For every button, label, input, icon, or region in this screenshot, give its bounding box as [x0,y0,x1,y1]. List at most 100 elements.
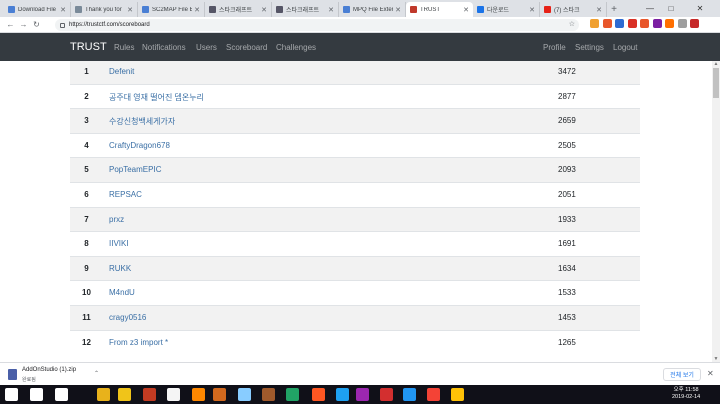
nav-users[interactable]: Users [196,43,217,52]
team-name-link[interactable]: cragy0516 [109,313,146,322]
close-tab-icon[interactable]: ✕ [395,6,401,14]
app-icon[interactable] [356,388,369,401]
clock-date: 2019-02-14 [672,394,701,400]
extension-icon[interactable] [690,19,699,28]
nav-scoreboard[interactable]: Scoreboard [226,43,267,52]
reload-icon[interactable]: ↻ [30,17,43,33]
excel-icon[interactable] [286,388,299,401]
team-name-link[interactable]: IIVIKI [109,239,129,248]
extension-icon[interactable] [677,19,687,28]
team-name-link[interactable]: PopTeamEPIC [109,165,161,174]
doc-icon [142,6,149,13]
browser-tab[interactable]: (7) 스타크 ✕ [540,2,607,17]
team-name-link[interactable]: 수강신청백세게가자 [109,116,175,127]
forward-icon[interactable]: → [17,17,30,33]
nav-challenges[interactable]: Challenges [276,43,316,52]
bookmark-star-icon[interactable]: ☆ [569,20,575,28]
table-row: 2 공주대 영재 떨어진 뎁온누리 2877 [70,83,640,109]
table-row: 8 IIVIKI 1691 [70,231,640,256]
show-all-downloads-button[interactable]: 전체 보기 [663,368,701,381]
team-name-link[interactable]: 공주대 영재 떨어진 뎁온누리 [109,92,204,103]
nav-profile[interactable]: Profile [543,43,566,52]
extension-icon[interactable] [590,19,599,28]
nav-notifications[interactable]: Notifications [142,43,186,52]
browser-tab[interactable]: 스타크래프트 ✕ [205,2,272,17]
scroll-thumb[interactable] [713,68,719,98]
app-icon[interactable] [312,388,325,401]
browser-tab[interactable]: 다운로드 ✕ [473,2,540,17]
browser-tab[interactable]: Download File ✕ [4,2,71,17]
scroll-up-icon[interactable]: ▲ [712,61,720,67]
table-row: 12 From z3 import * 1265 [70,329,640,355]
extension-icon[interactable] [665,19,674,28]
extension-icon[interactable] [602,19,612,28]
nav-logout[interactable]: Logout [613,43,637,52]
taskbar-clock[interactable]: 오후 11:58 2019-02-14 [672,387,700,401]
extension-icon[interactable] [615,19,624,28]
rank-cell: 2 [84,91,89,101]
close-tab-icon[interactable]: ✕ [529,6,535,14]
search-icon[interactable] [30,388,43,401]
close-tab-icon[interactable]: ✕ [596,6,602,14]
app-icon[interactable] [143,388,156,401]
app-icon[interactable] [192,388,205,401]
close-tab-icon[interactable]: ✕ [127,6,133,14]
chevron-up-icon[interactable]: ⌃ [94,370,99,377]
close-tab-icon[interactable]: ✕ [463,6,469,14]
nav-rules[interactable]: Rules [114,43,134,52]
url-text: https://trustctf.com/scoreboard [69,22,150,28]
score-cell: 1265 [558,337,576,347]
app-icon[interactable] [238,388,251,401]
app-icon[interactable] [118,388,131,401]
minimize-window-button[interactable]: — [640,0,660,17]
page-scrollbar[interactable]: ▲ ▼ [712,61,720,362]
rank-cell: 3 [84,116,89,126]
app-icon[interactable] [213,388,226,401]
new-tab-button[interactable]: + [607,2,621,17]
app-icon[interactable] [262,388,275,401]
browser-tab[interactable]: SC2MAP File E ✕ [138,2,205,17]
app-icon[interactable] [380,388,393,401]
chrome-icon[interactable] [97,388,110,401]
close-tab-icon[interactable]: ✕ [261,6,267,14]
close-tab-icon[interactable]: ✕ [328,6,334,14]
rank-cell: 4 [84,140,89,150]
team-name-link[interactable]: CraftyDragon678 [109,141,170,150]
team-name-link[interactable]: REPSAC [109,190,142,199]
team-name-link[interactable]: prxz [109,215,124,224]
ie-icon[interactable] [336,388,349,401]
download-shelf: AddOnStudio (1).zip 완료됨 ⌃ 전체 보기 ✕ [0,362,720,385]
app-icon[interactable] [427,388,440,401]
close-icon[interactable]: ✕ [707,369,714,378]
close-window-button[interactable]: ✕ [690,0,710,17]
app-icon[interactable] [451,388,464,401]
table-row: 11 cragy0516 1453 [70,305,640,330]
task-view-icon[interactable] [55,388,68,401]
nav-settings[interactable]: Settings [575,43,604,52]
windows-start-icon[interactable] [5,388,18,401]
extension-icon[interactable] [640,19,649,28]
team-name-link[interactable]: From z3 import * [109,338,168,347]
browser-tab[interactable]: 스타크래프트 ✕ [272,2,339,17]
blizzard-icon [276,6,283,13]
app-icon[interactable] [167,388,180,401]
maximize-window-button[interactable]: □ [661,0,681,17]
team-name-link[interactable]: Defenit [109,67,134,76]
browser-tab[interactable]: Thank you for ✕ [71,2,138,17]
download-icon [477,6,484,13]
close-tab-icon[interactable]: ✕ [60,6,66,14]
extension-icon[interactable] [627,19,637,28]
team-name-link[interactable]: RUKK [109,264,131,273]
app-icon[interactable] [403,388,416,401]
close-tab-icon[interactable]: ✕ [194,6,200,14]
team-name-link[interactable]: M4ndU [109,288,135,297]
browser-tab[interactable]: TRUST ✕ [406,2,473,17]
download-filename[interactable]: AddOnStudio (1).zip [22,367,76,373]
browser-tab[interactable]: MPQ File Exten ✕ [339,2,406,17]
address-bar[interactable]: https://trustctf.com/scoreboard ☆ [55,19,579,31]
rank-cell: 1 [84,67,89,76]
extension-icon[interactable] [652,19,662,28]
back-icon[interactable]: ← [4,17,17,33]
site-brand[interactable]: TRUST [70,41,107,53]
rank-cell: 11 [82,313,91,322]
